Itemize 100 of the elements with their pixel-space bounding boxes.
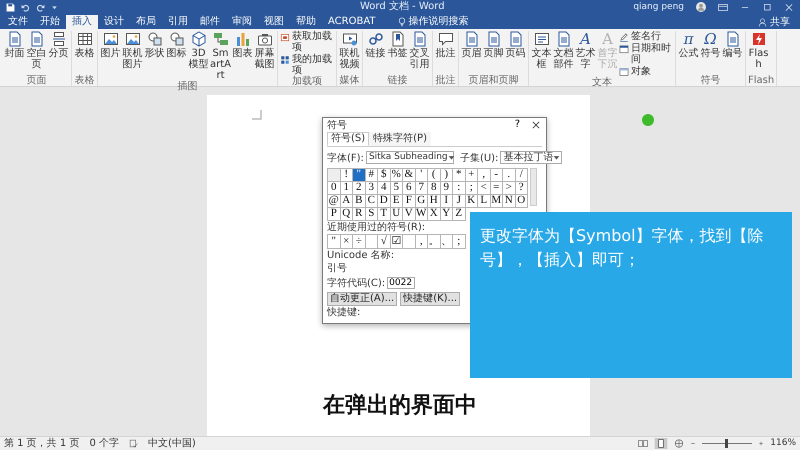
ribbon-tab[interactable]: 邮件 [194,15,226,29]
ribbon-small-button[interactable]: 日期和时间 [619,43,673,65]
symbol-cell[interactable]: T [378,208,390,221]
help-button[interactable]: ? [514,119,520,131]
empty-cell[interactable] [403,235,416,249]
ribbon-tab[interactable]: 布局 [130,15,162,29]
symbol-cell[interactable]: M [490,195,503,208]
ribbon-button[interactable]: 书签 [387,31,408,75]
dialog-tab[interactable]: 符号(S) [327,132,370,146]
symbol-cell[interactable]: R [353,208,366,221]
ribbon-tab[interactable]: 引用 [162,15,194,29]
symbol-cell[interactable]: × [340,235,353,249]
symbol-cell[interactable]: C [366,195,378,208]
symbol-cell[interactable]: Y [440,208,453,221]
symbol-cell[interactable]: Z [453,208,466,221]
symbol-cell[interactable]: " [328,235,340,249]
dropdown-field[interactable]: Sitka Subheading [366,151,454,164]
symbol-cell[interactable]: 5 [390,182,403,195]
symbol-cell[interactable]: G [416,195,428,208]
share-button[interactable]: 共享 [756,15,792,29]
symbol-cell[interactable]: ? [516,182,528,195]
symbol-cell[interactable]: $ [378,169,390,182]
redo-icon[interactable] [36,2,45,12]
symbol-cell[interactable]: Q [340,208,353,221]
ribbon-button[interactable]: 文档部件 [553,31,574,77]
symbol-cell[interactable]: / [516,169,528,182]
symbol-cell[interactable]: ☑ [390,235,403,249]
symbol-cell[interactable]: 2 [353,182,366,195]
symbol-cell[interactable]: , [478,169,490,182]
ribbon-tab[interactable]: 开始 [34,15,66,29]
symbol-cell[interactable]: 1 [340,182,353,195]
ribbon-button[interactable]: A 艺术字 [575,31,596,77]
ribbon-button[interactable]: 编号 [722,31,743,75]
symbol-cell[interactable]: ; [453,235,466,249]
symbol-cell[interactable]: ) [440,169,453,182]
symbol-cell[interactable]: O [516,195,528,208]
symbol-cell[interactable]: * [453,169,466,182]
ribbon-button[interactable]: 图片 [100,31,121,81]
symbol-cell[interactable]: 6 [403,182,416,195]
zoom-in-icon[interactable] [758,439,764,448]
ribbon-button[interactable]: SmartArt [210,31,231,81]
ribbon-small-button[interactable]: 对象 [619,66,673,77]
symbol-cell[interactable]: B [353,195,366,208]
empty-cell[interactable] [366,235,378,249]
symbol-cell[interactable]: ! [340,169,353,182]
ribbon-tab[interactable]: 审阅 [226,15,258,29]
symbol-cell[interactable]: H [428,195,440,208]
symbol-cell[interactable]: " [353,169,366,182]
symbol-cell[interactable]: & [403,169,416,182]
ribbon-button[interactable]: 形状 [144,31,165,81]
tell-me-search[interactable]: 操作说明搜索 [392,15,474,29]
ribbon-button[interactable]: 图表 [232,31,253,81]
symbol-cell[interactable]: P [328,208,340,221]
symbol-cell[interactable]: J [453,195,466,208]
ribbon-button[interactable]: 分页 [48,31,69,75]
dialog-tab[interactable]: 特殊字符(P) [369,132,431,146]
dialog-button[interactable]: 自动更正(A)... [327,292,398,306]
ribbon-button[interactable]: 表格 [74,31,95,75]
save-icon[interactable] [6,2,15,12]
maximize-icon[interactable] [762,2,772,12]
symbol-cell[interactable]: S [366,208,378,221]
symbol-cell[interactable]: 9 [440,182,453,195]
ribbon-tab[interactable]: 帮助 [290,15,322,29]
symbol-cell[interactable]: = [490,182,503,195]
ribbon-button[interactable]: 联机视频 [339,31,360,75]
symbol-cell[interactable]: V [403,208,416,221]
ribbon-tab[interactable]: 文件 [2,15,34,29]
avatar-icon[interactable] [696,2,706,12]
ribbon-button[interactable]: 联机图片 [122,31,143,81]
symbol-cell[interactable]: F [403,195,416,208]
symbol-cell[interactable]: - [490,169,503,182]
symbol-cell[interactable]: W [416,208,428,221]
ribbon-button[interactable]: 链接 [365,31,386,75]
read-mode-icon[interactable] [638,439,648,448]
symbol-cell[interactable]: K [466,195,478,208]
ribbon-button[interactable]: 页码 [505,31,526,75]
symbol-cell[interactable]: > [503,182,516,195]
ribbon-button[interactable]: 图标 [166,31,187,81]
symbol-cell[interactable]: . [503,169,516,182]
symbol-cell[interactable]: < [478,182,490,195]
dropdown-field[interactable]: 基本拉丁语 [500,151,562,164]
ribbon-button[interactable]: 屏幕截图 [254,31,275,81]
ribbon-button[interactable]: π 公式 [678,31,699,75]
symbol-cell[interactable]: D [378,195,390,208]
symbol-cell[interactable]: ; [466,182,478,195]
symbol-cell[interactable]: 0 [328,182,340,195]
symbol-cell[interactable]: E [390,195,403,208]
symbol-cell[interactable]: ÷ [353,235,366,249]
ribbon-button[interactable]: 页脚 [483,31,504,75]
symbol-cell[interactable]: 4 [378,182,390,195]
web-layout-icon[interactable] [674,439,684,448]
symbol-cell[interactable]: I [440,195,453,208]
ribbon-button[interactable]: 文本框 [531,31,552,77]
ribbon-button[interactable]: 交叉引用 [409,31,430,75]
symbol-cell[interactable]: √ [378,235,390,249]
ribbon-button[interactable]: Ω 符号 [700,31,721,75]
symbol-cell[interactable]: , [416,235,428,249]
zoom-thumb[interactable] [725,439,728,448]
close-icon[interactable] [532,121,540,129]
ribbon-tab[interactable]: ACROBAT [322,15,382,29]
